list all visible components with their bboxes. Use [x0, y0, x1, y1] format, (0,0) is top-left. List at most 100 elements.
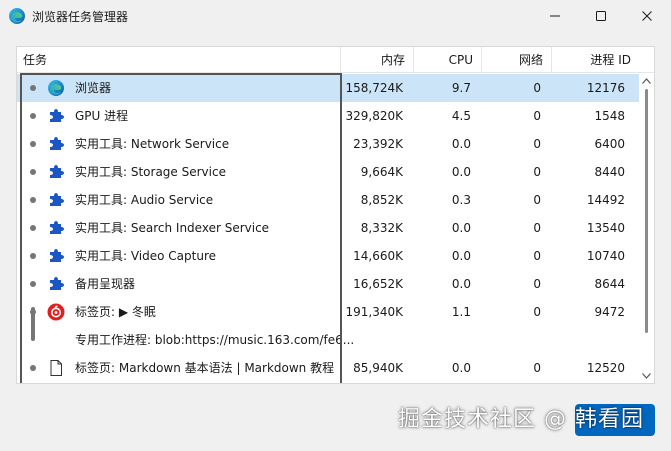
edge-icon — [47, 79, 65, 97]
memory-value: 9,664K — [360, 165, 403, 179]
bullet-dot — [30, 113, 36, 119]
task-name: 标签页: Markdown 基本语法 | Markdown 教程 — [75, 361, 335, 375]
minimize-button[interactable] — [532, 0, 578, 32]
table-row[interactable]: GPU 进程 329,820K 4.5 0 1548 — [17, 102, 639, 130]
memory-value — [327, 326, 403, 354]
network-value: 0 — [533, 249, 541, 263]
cpu-value: 4.5 — [451, 109, 471, 123]
table-row[interactable]: 实用工具: Network Service 23,392K 0.0 0 6400 — [17, 130, 639, 158]
minimize-icon — [550, 15, 560, 17]
pid-value: 1548 — [594, 109, 625, 123]
edge-icon — [9, 8, 25, 24]
table-row[interactable]: 实用工具: Audio Service 8,852K 0.3 0 14492 — [17, 186, 639, 214]
cpu-value: 0.0 — [451, 249, 471, 263]
column-header-memory[interactable]: 内存 — [340, 47, 413, 73]
vertical-scrollbar[interactable] — [639, 73, 654, 383]
network-value: 0 — [533, 81, 541, 95]
chevron-down-icon — [642, 373, 651, 379]
cpu-value: 0.0 — [451, 277, 471, 291]
memory-value: 191,340K — [345, 305, 404, 319]
puzzle-icon — [47, 135, 65, 153]
task-name: 实用工具: Audio Service — [75, 193, 214, 207]
scroll-thumb[interactable] — [645, 89, 648, 333]
table-row[interactable]: 专用工作进程: blob:https://music.163.com/fe6..… — [17, 326, 639, 354]
column-header-network[interactable]: 网络 — [481, 47, 551, 73]
network-value: 0 — [533, 305, 541, 319]
puzzle-icon — [47, 275, 65, 293]
network-value: 0 — [533, 137, 541, 151]
pid-value: 10740 — [586, 249, 625, 263]
puzzle-icon — [47, 163, 65, 181]
window-title: 浏览器任务管理器 — [32, 10, 129, 24]
table-row[interactable]: 浏览器 158,724K 9.7 0 12176 — [17, 74, 639, 102]
column-header-pid[interactable]: 进程 ID — [551, 47, 639, 73]
memory-value: 14,660K — [353, 249, 403, 263]
task-name: GPU 进程 — [75, 109, 129, 123]
table-row[interactable]: 标签页: ▶ 冬眠 191,340K 1.1 0 9472 — [17, 298, 639, 326]
memory-value: 329,820K — [345, 109, 404, 123]
pid-value: 8440 — [594, 165, 625, 179]
task-name: 浏览器 — [75, 81, 112, 95]
pid-value: 8644 — [594, 277, 625, 291]
maximize-icon — [596, 11, 606, 21]
task-name: 专用工作进程: blob:https://music.163.com/fe6..… — [75, 333, 355, 347]
task-name: 实用工具: Network Service — [75, 137, 230, 151]
pid-value: 12520 — [586, 361, 625, 375]
cpu-value: 9.7 — [451, 81, 471, 95]
task-name: 标签页: ▶ 冬眠 — [75, 305, 156, 319]
puzzle-icon — [47, 219, 65, 237]
table-row[interactable]: 标签页: Markdown 基本语法 | Markdown 教程 85,940K 0… — [17, 354, 639, 382]
network-value: 0 — [533, 221, 541, 235]
bullet-dot — [30, 365, 36, 371]
bullet-dot — [30, 141, 36, 147]
task-name: 备用呈现器 — [75, 277, 136, 291]
network-value: 0 — [533, 277, 541, 291]
bullet-dot — [30, 197, 36, 203]
memory-value: 158,724K — [345, 81, 404, 95]
cpu-value — [417, 326, 471, 354]
group-indicator — [31, 307, 35, 341]
column-header-cpu[interactable]: CPU — [413, 47, 481, 73]
table-row[interactable]: 实用工具: Search Indexer Service 8,332K 0.0 0 13… — [17, 214, 639, 242]
maximize-button[interactable] — [578, 0, 624, 32]
table-row[interactable]: 备用呈现器 16,652K 0.0 0 8644 — [17, 270, 639, 298]
bullet-dot — [30, 253, 36, 259]
pid-value: 9472 — [594, 305, 625, 319]
close-button[interactable] — [624, 0, 670, 32]
task-name: 实用工具: Video Capture — [75, 249, 217, 263]
table-row[interactable]: 实用工具: Video Capture 14,660K 0.0 0 10740 — [17, 242, 639, 270]
pid-value: 12176 — [586, 81, 625, 95]
watermark: 掘金技术社区 @ 韩看园 — [398, 407, 644, 432]
table-row[interactable]: 实用工具: Storage Service 9,664K 0.0 0 8440 — [17, 158, 639, 186]
bullet-dot — [30, 85, 36, 91]
memory-value: 23,392K — [353, 137, 403, 151]
network-value — [487, 326, 541, 354]
memory-value: 8,332K — [360, 221, 403, 235]
cpu-value: 0.0 — [451, 165, 471, 179]
document-icon — [47, 359, 65, 377]
column-header-task[interactable]: 任务 — [17, 47, 340, 73]
chevron-up-icon — [642, 78, 651, 84]
bullet-dot — [30, 281, 36, 287]
task-table: 任务 内存 CPU 网络 进程 ID 浏览器 158,724K 9.7 0 12176 G… — [16, 46, 655, 384]
bullet-dot — [30, 225, 36, 231]
close-icon — [642, 11, 652, 21]
puzzle-icon — [47, 247, 65, 265]
scroll-down-button[interactable] — [639, 369, 654, 383]
task-rows: 浏览器 158,724K 9.7 0 12176 GPU 进程 329,820K 4.5 0 15… — [17, 74, 639, 383]
network-value: 0 — [533, 109, 541, 123]
network-value: 0 — [533, 193, 541, 207]
table-header: 任务 内存 CPU 网络 进程 ID — [17, 47, 654, 73]
title-bar: 浏览器任务管理器 — [0, 0, 671, 32]
pid-value: 13540 — [586, 221, 625, 235]
pid-value — [557, 326, 625, 354]
network-value: 0 — [533, 165, 541, 179]
cpu-value: 0.0 — [451, 361, 471, 375]
scroll-up-button[interactable] — [639, 74, 654, 88]
task-name: 实用工具: Search Indexer Service — [75, 221, 270, 235]
cpu-value: 0.0 — [451, 137, 471, 151]
netease-music-icon — [47, 303, 65, 321]
puzzle-icon — [47, 107, 65, 125]
network-value: 0 — [533, 361, 541, 375]
pid-value: 6400 — [594, 137, 625, 151]
